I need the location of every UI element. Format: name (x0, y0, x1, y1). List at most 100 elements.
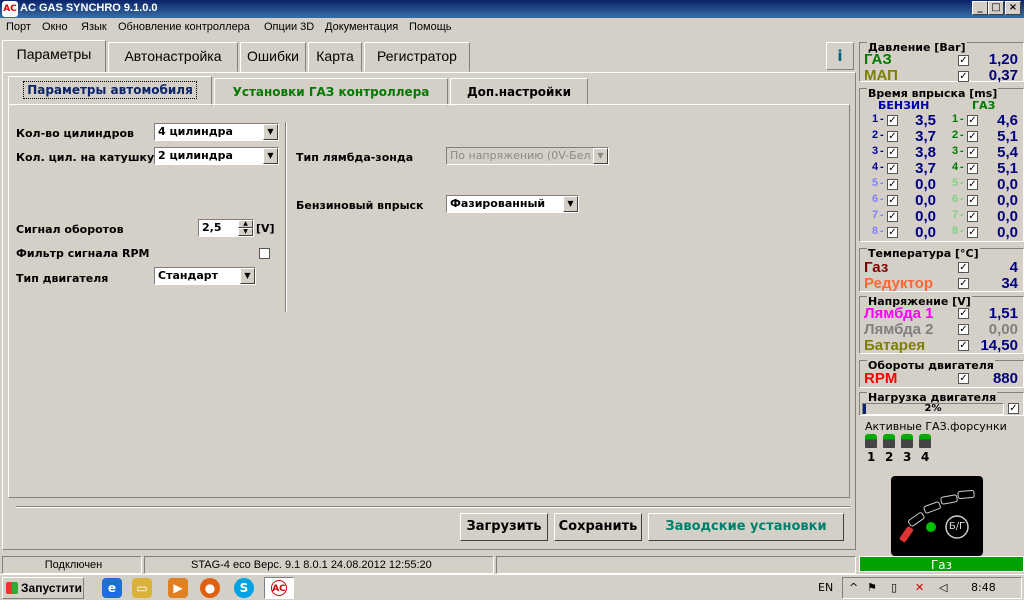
dash-icon: - (960, 193, 964, 205)
tab-autotune[interactable]: Автонастройка (108, 42, 238, 72)
menu-window[interactable]: Окно (42, 21, 68, 33)
menu-language[interactable]: Язык (81, 21, 107, 33)
engine-type-label: Тип двигателя (16, 272, 109, 285)
maximize-button[interactable]: □ (988, 1, 1004, 15)
voltage-group: Напряжение [V] Лямбда 1 ✓ 1,51 Лямбда 2 … (859, 295, 1024, 354)
menu-help[interactable]: Помощь (409, 21, 452, 33)
gas-injector-checkbox[interactable]: ✓ (967, 147, 978, 158)
gas-injector-checkbox[interactable]: ✓ (967, 131, 978, 142)
media-player-icon[interactable]: ▶ (168, 578, 188, 598)
petrol-injector-checkbox[interactable]: ✓ (887, 147, 898, 158)
explorer-icon[interactable]: ▭ (132, 578, 152, 598)
minimize-button[interactable]: _ (972, 1, 988, 15)
petrol-injector-checkbox[interactable]: ✓ (887, 179, 898, 190)
taskbar: Запустити e ▭ ▶ ● S AC EN ^ ⚑ ▯ ✕ ◁ 8:48 (0, 574, 1024, 600)
spin-up-icon[interactable]: ▲ (238, 220, 253, 228)
tab-recorder[interactable]: Регистратор (364, 42, 470, 72)
skype-icon[interactable]: S (234, 578, 254, 598)
petrol-injector-number: 3 (872, 145, 879, 157)
tab-errors[interactable]: Ошибки (240, 42, 306, 72)
dash-icon: - (960, 113, 964, 125)
rpm-checkbox[interactable]: ✓ (958, 373, 969, 384)
device-info: STAG-4 eco Верс. 9.1 8.0.1 24.08.2012 12… (144, 556, 494, 574)
menu-bar: Порт Окно Язык Обновление контроллера Оп… (0, 18, 1024, 38)
petrol-injector-checkbox[interactable]: ✓ (887, 195, 898, 206)
lambda1-label: Лямбда 1 (864, 305, 934, 322)
gas-pressure-value: 1,20 (988, 51, 1018, 68)
engine-load-value: 2% (924, 403, 942, 414)
rpm-signal-spinner[interactable]: 2,5 ▲ ▼ (198, 219, 254, 237)
menu-update-controller[interactable]: Обновление контроллера (118, 21, 250, 33)
menu-port[interactable]: Порт (6, 21, 31, 33)
temperature-group: Температура [°C] Газ ✓ 4 Редуктор ✓ 34 (859, 247, 1024, 292)
flag-icon[interactable]: ⚑ (867, 581, 877, 594)
gas-injection-time: 0,0 (997, 176, 1018, 193)
tray-expand-icon[interactable]: ^ (849, 581, 858, 594)
dash-icon: - (960, 177, 964, 189)
tab-parameters[interactable]: Параметры (2, 40, 106, 72)
petrol-injector-checkbox[interactable]: ✓ (887, 163, 898, 174)
menu-documentation[interactable]: Документация (325, 21, 398, 33)
subtab-vehicle-params[interactable]: Параметры автомобиля (8, 76, 212, 106)
cylinders-select[interactable]: 4 цилиндра ▼ (154, 123, 279, 141)
gas-injector-number: 1 (952, 113, 959, 125)
start-button[interactable]: Запустити (2, 577, 84, 599)
language-indicator[interactable]: EN (818, 581, 833, 594)
gas-temp-label: Газ (864, 259, 889, 276)
network-icon[interactable]: ✕ (915, 581, 924, 594)
petrol-injection-select[interactable]: Фазированный ▼ (446, 195, 579, 213)
gas-switch[interactable]: Б/Г (891, 476, 983, 556)
map-pressure-checkbox[interactable]: ✓ (958, 71, 969, 82)
gas-injector-number: 3 (952, 145, 959, 157)
gas-injection-time: 0,0 (997, 192, 1018, 209)
lambda1-checkbox[interactable]: ✓ (958, 308, 969, 319)
petrol-injector-checkbox[interactable]: ✓ (887, 211, 898, 222)
coil-cylinders-value: 2 цилиндра (158, 149, 233, 162)
rpm-value: 880 (992, 370, 1018, 387)
injector-icon (919, 434, 931, 448)
firefox-icon[interactable]: ● (200, 578, 220, 598)
lambda-type-select[interactable]: По напряжению (0V-Бел ▼ (446, 147, 609, 165)
gas-injector-number: 4 (952, 161, 959, 173)
save-button[interactable]: Сохранить (554, 513, 642, 541)
dash-icon: - (960, 161, 964, 173)
active-injector-number: 1 (867, 450, 876, 464)
petrol-injector-checkbox[interactable]: ✓ (887, 227, 898, 238)
factory-settings-button[interactable]: Заводские установки (648, 513, 844, 541)
coil-cylinders-select[interactable]: 2 цилиндра ▼ (154, 147, 279, 165)
gas-injector-checkbox[interactable]: ✓ (967, 115, 978, 126)
active-injector-number: 2 (885, 450, 894, 464)
gas-injector-checkbox[interactable]: ✓ (967, 211, 978, 222)
engine-load-checkbox[interactable]: ✓ (1008, 403, 1019, 414)
info-icon[interactable]: i (826, 42, 854, 70)
engine-type-select[interactable]: Стандарт ▼ (154, 267, 256, 285)
petrol-injector-checkbox[interactable]: ✓ (887, 115, 898, 126)
rpm-filter-checkbox[interactable] (259, 248, 270, 259)
spin-down-icon[interactable]: ▼ (238, 228, 253, 236)
subtab-extra-settings[interactable]: Доп.настройки (450, 78, 588, 106)
gas-injector-checkbox[interactable]: ✓ (967, 227, 978, 238)
tab-map[interactable]: Карта (308, 42, 362, 72)
gas-injector-checkbox[interactable]: ✓ (967, 163, 978, 174)
lambda2-checkbox[interactable]: ✓ (958, 324, 969, 335)
battery-checkbox[interactable]: ✓ (958, 340, 969, 351)
gas-injector-checkbox[interactable]: ✓ (967, 179, 978, 190)
petrol-injector-checkbox[interactable]: ✓ (887, 131, 898, 142)
subtab-gas-controller[interactable]: Установки ГАЗ контроллера (214, 78, 448, 106)
engine-load-group: Нагрузка двигателя 2% ✓ (859, 391, 1024, 416)
battery-icon[interactable]: ▯ (891, 581, 897, 594)
taskbar-app-button[interactable]: AC (264, 577, 294, 599)
close-button[interactable]: × (1005, 1, 1021, 15)
volume-icon[interactable]: ◁ (939, 581, 947, 594)
gas-injector-checkbox[interactable]: ✓ (967, 195, 978, 206)
load-button[interactable]: Загрузить (460, 513, 548, 541)
battery-label: Батарея (864, 337, 926, 354)
gas-pressure-checkbox[interactable]: ✓ (958, 55, 969, 66)
petrol-injector-number: 4 (872, 161, 879, 173)
ie-icon[interactable]: e (102, 578, 122, 598)
reductor-temp-checkbox[interactable]: ✓ (958, 278, 969, 289)
gas-injector-number: 2 (952, 129, 959, 141)
lambda-type-value: По напряжению (0V-Бел (450, 149, 591, 162)
gas-temp-checkbox[interactable]: ✓ (958, 262, 969, 273)
menu-options-3d[interactable]: Опции 3D (264, 21, 314, 33)
